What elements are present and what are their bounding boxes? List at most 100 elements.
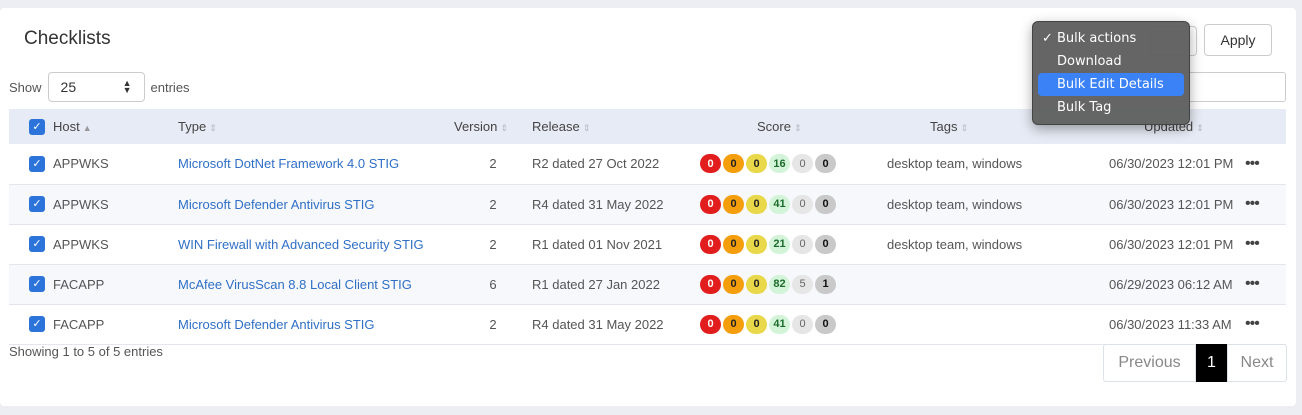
select-all-checkbox[interactable]: ✓ [29, 118, 45, 135]
score-pill: 0 [700, 234, 721, 254]
score-pill: 0 [815, 314, 836, 334]
tags-cell: desktop team, windows [887, 236, 1023, 252]
updated-cell: 06/30/2023 12:01 PM [1109, 236, 1234, 252]
sort-icon: ⇕ [1196, 123, 1204, 133]
release-cell: R4 dated 31 May 2022 [532, 316, 664, 332]
column-header-score[interactable]: Score ⇕ [697, 109, 880, 144]
updated-cell: 06/30/2023 12:01 PM [1109, 196, 1234, 212]
checklist-type-link[interactable]: Microsoft Defender Antivirus STIG [178, 197, 375, 212]
bulk-option-bulk-tag[interactable]: Bulk Tag [1038, 96, 1184, 119]
score-pill: 0 [746, 274, 767, 294]
checklist-type-link[interactable]: McAfee VirusScan 8.8 Local Client STIG [178, 277, 412, 292]
host-cell: APPWKS [53, 156, 109, 172]
row-actions-icon[interactable]: ••• [1245, 235, 1260, 252]
score-pill: 0 [792, 154, 813, 174]
release-cell: R1 dated 27 Jan 2022 [532, 276, 660, 292]
table-row: ✓ APPWKS Microsoft Defender Antivirus STIG… [9, 184, 1286, 224]
score-badges: 0 0 0 16 0 0 [700, 154, 880, 174]
checklist-type-link[interactable]: Microsoft Defender Antivirus STIG [178, 317, 375, 332]
table-row: ✓ FACAPP McAfee VirusScan 8.8 Local Client… [9, 264, 1286, 304]
sort-icon: ⇕ [960, 123, 969, 133]
version-cell: 6 [489, 276, 497, 292]
page-title: Checklists [24, 28, 111, 49]
score-pill: 1 [815, 274, 836, 294]
updown-arrows-icon: ▲ ▼ [122, 78, 132, 95]
column-header-version[interactable]: Version ⇕ [454, 109, 532, 144]
version-cell: 2 [489, 316, 497, 332]
score-pill: 0 [700, 194, 721, 214]
sort-icon: ⇕ [500, 123, 508, 133]
row-actions-icon[interactable]: ••• [1245, 275, 1260, 292]
score-pill: 0 [815, 234, 836, 254]
release-cell: R1 dated 01 Nov 2021 [532, 236, 663, 252]
score-pill: 0 [815, 154, 836, 174]
column-header-type[interactable]: Type ⇕ [178, 109, 454, 144]
updated-cell: 06/30/2023 11:33 AM [1109, 316, 1232, 332]
bulk-option-bulk-actions[interactable]: ✓ Bulk actions [1038, 27, 1184, 50]
host-cell: FACAPP [53, 276, 105, 292]
checkmark-icon: ✓ [1042, 31, 1053, 46]
score-pill: 0 [792, 194, 813, 214]
score-pill: 0 [723, 234, 744, 254]
score-pill: 82 [769, 274, 790, 294]
pagination: Previous 1 Next [1103, 344, 1287, 382]
entries-per-page-value: 25 [60, 79, 77, 95]
row-checkbox[interactable]: ✓ [29, 316, 45, 333]
host-cell: APPWKS [53, 236, 109, 252]
score-pill: 0 [746, 314, 767, 334]
checklist-type-link[interactable]: WIN Firewall with Advanced Security STIG [178, 237, 424, 252]
sort-icon: ⇕ [793, 123, 802, 133]
score-pill: 0 [746, 154, 767, 174]
version-cell: 2 [489, 236, 497, 252]
host-cell: APPWKS [53, 196, 109, 212]
score-pill: 0 [700, 314, 721, 334]
table-row: ✓ FACAPP Microsoft Defender Antivirus STIG… [9, 304, 1286, 344]
score-pill: 0 [815, 194, 836, 214]
length-menu: Show 25 ▲ ▼ entries [9, 72, 190, 102]
show-label: Show [9, 79, 42, 95]
tags-cell [880, 264, 1087, 304]
checklist-type-link[interactable]: Microsoft DotNet Framework 4.0 STIG [178, 156, 399, 171]
bulk-option-bulk-edit-details[interactable]: Bulk Edit Details [1038, 73, 1184, 96]
row-checkbox[interactable]: ✓ [29, 196, 45, 213]
entries-per-page-select[interactable]: 25 ▲ ▼ [47, 72, 145, 102]
table-info: Showing 1 to 5 of 5 entries [9, 344, 163, 359]
bulk-actions-dropdown: ✓ Bulk actions Download Bulk Edit Detail… [1032, 21, 1190, 125]
table-row: ✓ APPWKS Microsoft DotNet Framework 4.0 ST… [9, 144, 1286, 184]
row-actions-icon[interactable]: ••• [1245, 315, 1260, 332]
next-page-button[interactable]: Next [1227, 344, 1287, 382]
version-cell: 2 [489, 196, 497, 212]
tags-cell [880, 304, 1087, 344]
row-checkbox[interactable]: ✓ [29, 236, 45, 253]
score-pill: 0 [792, 314, 813, 334]
score-badges: 0 0 0 82 5 1 [700, 274, 880, 294]
version-cell: 2 [489, 156, 497, 172]
column-header-release[interactable]: Release ⇕ [532, 109, 697, 144]
score-pill: 0 [723, 314, 744, 334]
column-header-host[interactable]: Host ▲ [53, 109, 178, 144]
tags-cell: desktop team, windows [887, 196, 1023, 212]
row-checkbox[interactable]: ✓ [29, 276, 45, 293]
score-pill: 41 [769, 194, 790, 214]
row-checkbox[interactable]: ✓ [29, 156, 45, 173]
score-badges: 0 0 0 21 0 0 [700, 234, 880, 254]
bulk-option-download[interactable]: Download [1038, 50, 1184, 73]
row-actions-icon[interactable]: ••• [1245, 155, 1260, 172]
sort-asc-icon: ▲ [82, 123, 92, 133]
apply-button[interactable]: Apply [1204, 24, 1272, 56]
score-pill: 0 [746, 234, 767, 254]
page-1-button[interactable]: 1 [1196, 344, 1227, 382]
score-pill: 41 [769, 314, 790, 334]
previous-page-button[interactable]: Previous [1103, 344, 1196, 382]
tags-cell: desktop team, windows [887, 156, 1023, 172]
row-actions-icon[interactable]: ••• [1245, 195, 1260, 212]
entries-label: entries [150, 79, 190, 95]
score-badges: 0 0 0 41 0 0 [700, 194, 880, 214]
score-pill: 0 [723, 274, 744, 294]
sort-icon: ⇕ [582, 123, 591, 133]
score-pill: 0 [700, 274, 721, 294]
score-pill: 0 [700, 154, 721, 174]
score-pill: 21 [769, 234, 790, 254]
score-pill: 0 [746, 194, 767, 214]
score-pill: 5 [792, 274, 813, 294]
